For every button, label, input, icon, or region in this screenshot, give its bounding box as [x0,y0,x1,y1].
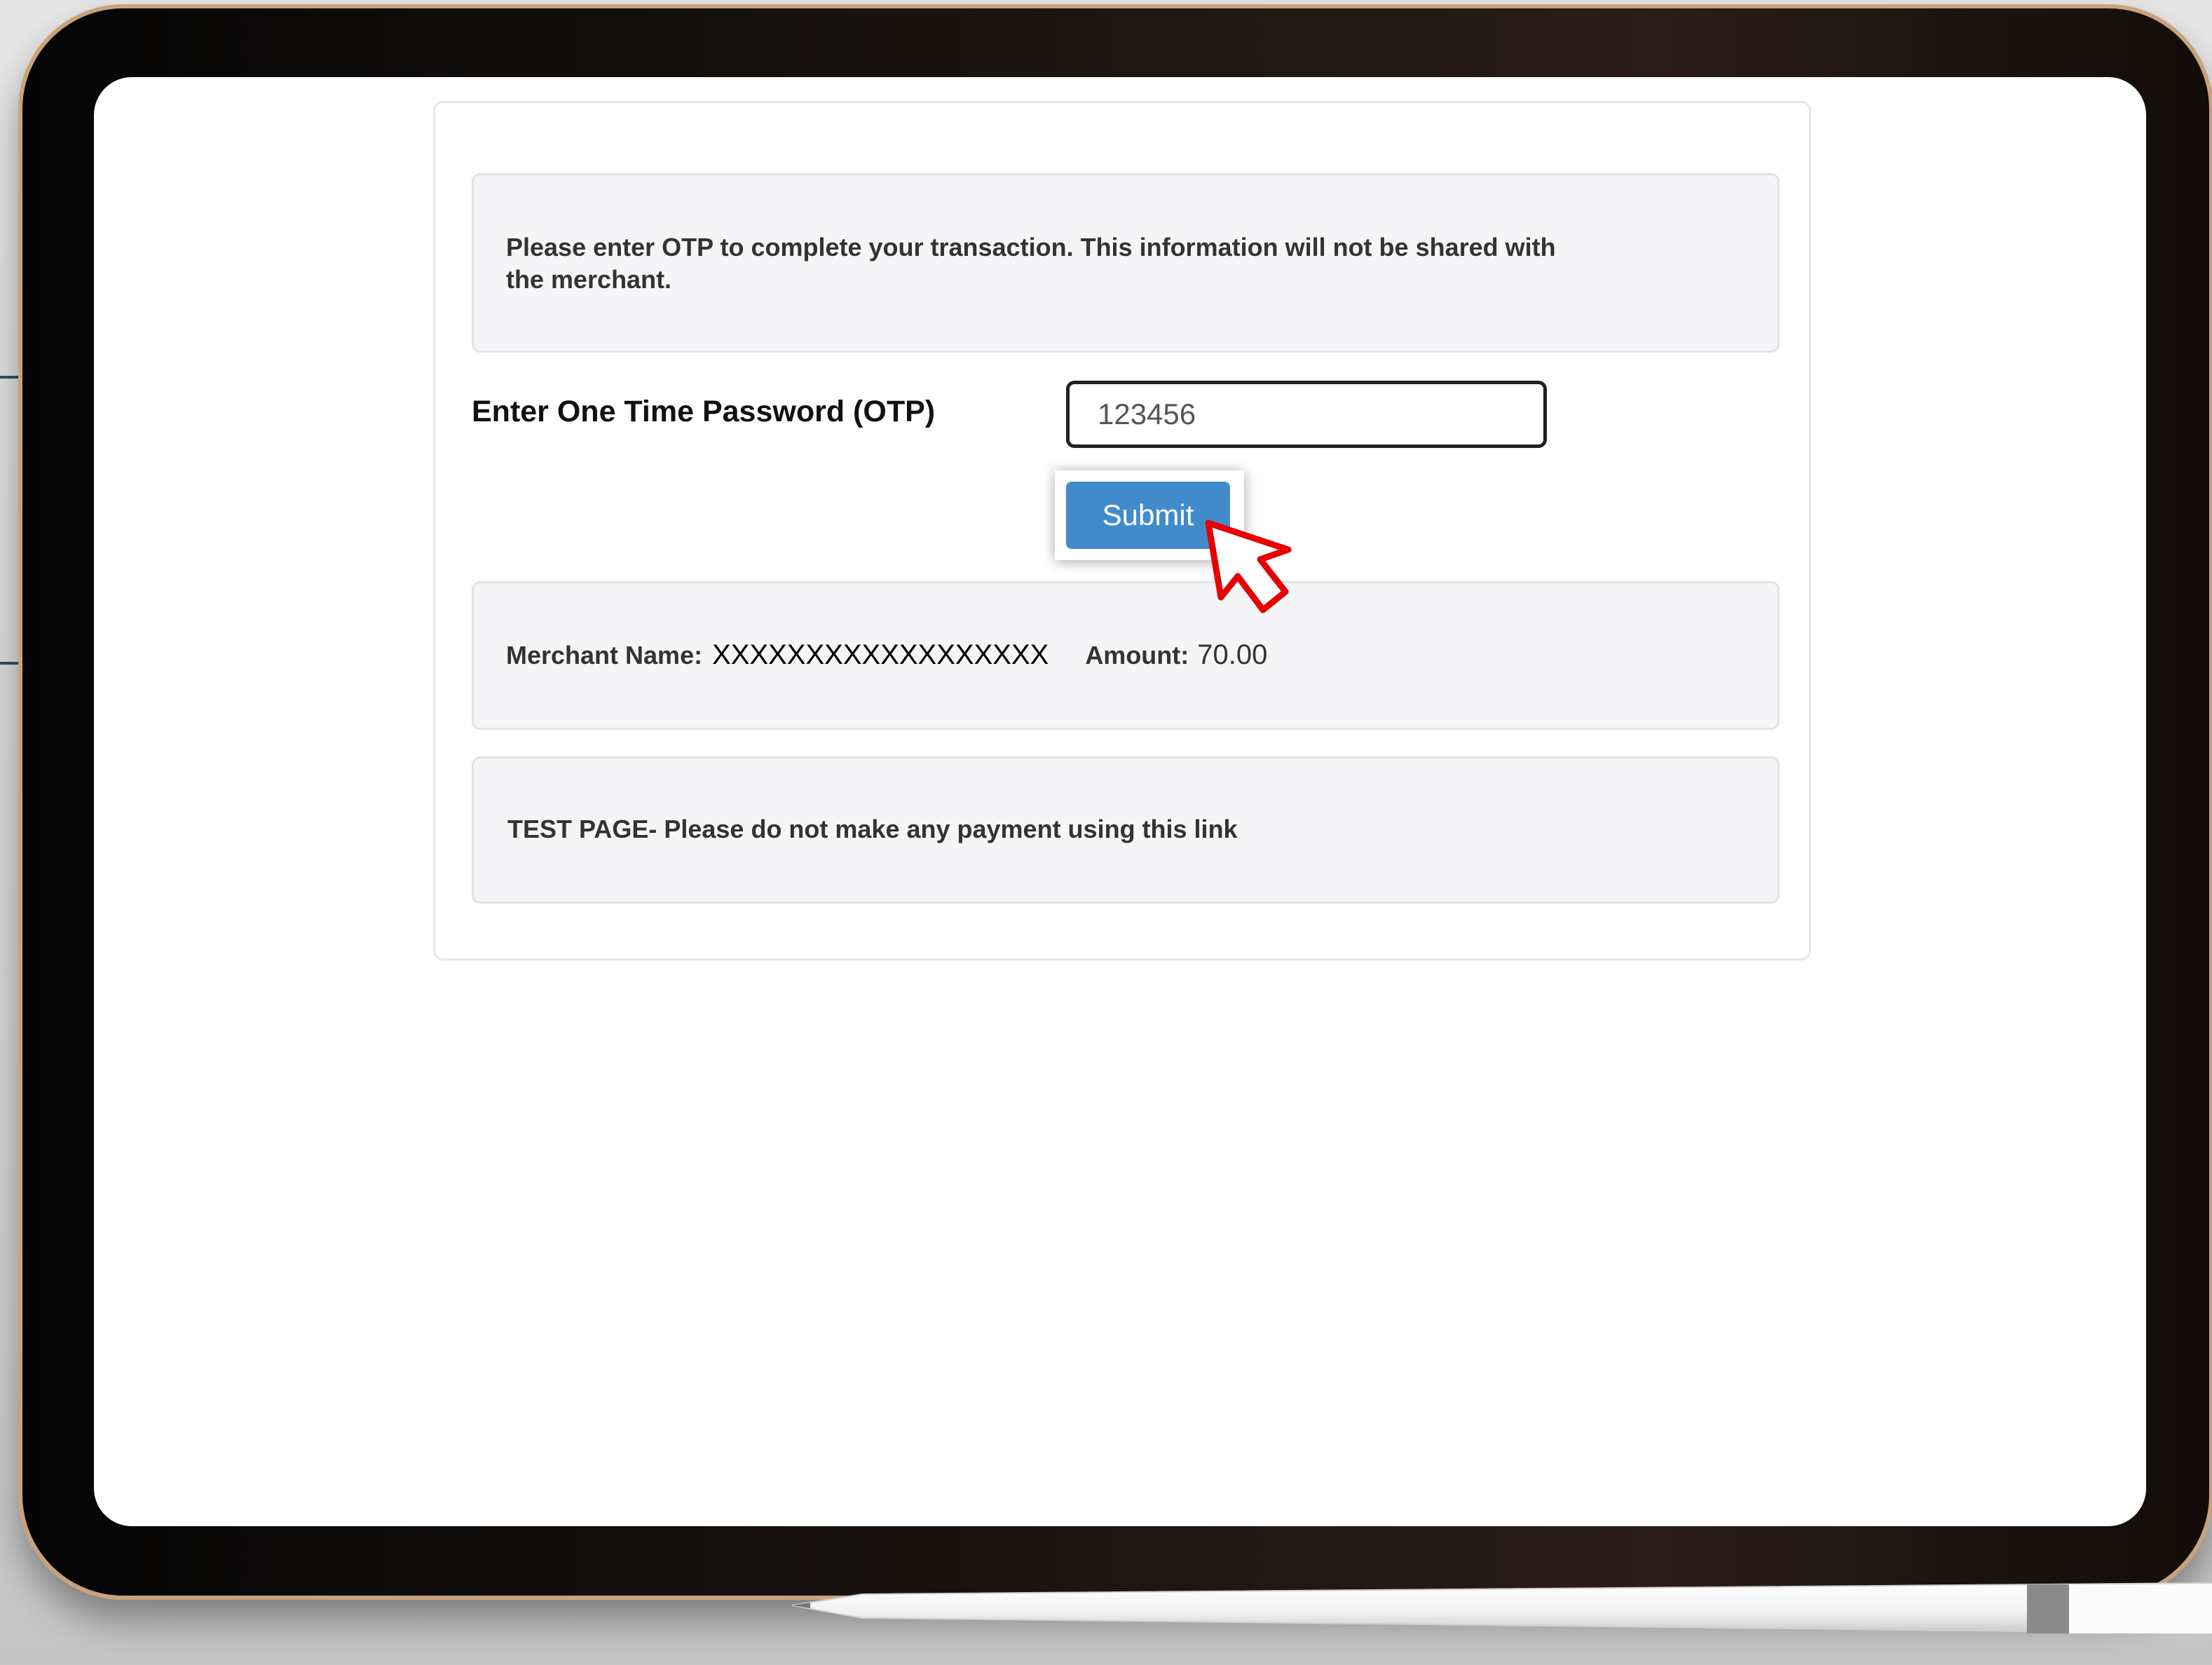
merchant-info-panel: Merchant Name: XXXXXXXXXXXXXXXXXX Amount: 7… [472,581,1780,730]
test-notice-panel: TEST PAGE- Please do not make any paymen… [472,756,1780,904]
otp-notice-panel: Please enter OTP to complete your transa… [472,173,1780,353]
otp-label: Enter One Time Password (OTP) [472,395,936,428]
red-pointer-cursor-icon [1205,519,1292,613]
merchant-name-value: XXXXXXXXXXXXXXXXXX [712,639,1049,670]
tablet-frame: Please enter OTP to complete your transa… [18,4,2212,1600]
merchant-name-label: Merchant Name: [506,641,703,670]
amount-label: Amount: [1085,641,1189,670]
merchant-info-row: Merchant Name: XXXXXXXXXXXXXXXXXX Amount: 7… [506,639,1267,671]
test-notice-text: TEST PAGE- Please do not make any paymen… [507,815,1238,843]
otp-input[interactable] [1066,381,1547,448]
otp-card: Please enter OTP to complete your transa… [433,101,1811,960]
amount-value: 70.00 [1197,639,1268,670]
tablet-screen: Please enter OTP to complete your transa… [94,77,2146,1526]
otp-notice-text: Please enter OTP to complete your transa… [506,233,1556,294]
stylus-pencil [792,1582,2212,1634]
